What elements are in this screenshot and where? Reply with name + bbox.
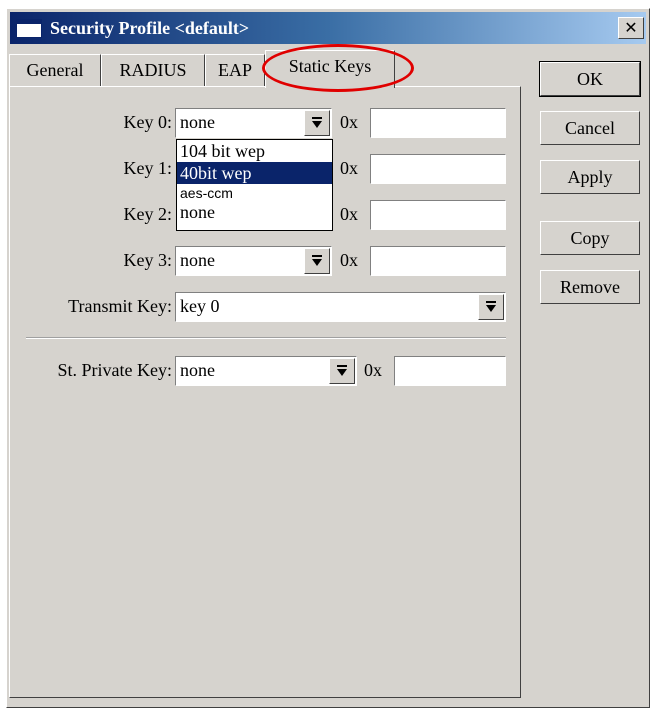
key3-hex-prefix: 0x [340, 250, 358, 270]
tab-general[interactable]: General [9, 54, 101, 86]
key0-dropdown-arrow-icon[interactable] [304, 110, 330, 136]
title-bar[interactable]: Security Profile <default> ✕ [10, 12, 646, 44]
key1-label: Key 1: [123, 158, 173, 178]
private-key-dropdown-arrow-icon[interactable] [329, 358, 355, 384]
tab-eap[interactable]: EAP [205, 54, 265, 86]
dropdown-option-40bit-wep[interactable]: 40bit wep [177, 162, 332, 184]
key3-algorithm-combo[interactable]: none [175, 246, 332, 276]
private-key-hex-input[interactable] [394, 356, 506, 386]
close-icon: ✕ [624, 18, 638, 37]
copy-button[interactable]: Copy [540, 221, 640, 255]
tab-static-keys[interactable]: Static Keys [265, 50, 395, 88]
apply-button[interactable]: Apply [540, 160, 640, 194]
window-title: Security Profile <default> [50, 18, 250, 38]
private-key-algorithm-value: none [180, 360, 215, 380]
key0-algorithm-combo[interactable]: none [175, 108, 332, 138]
key3-algorithm-value: none [180, 250, 215, 270]
key2-label: Key 2: [123, 204, 173, 224]
dropdown-option-none[interactable]: none [177, 202, 332, 222]
key0-algorithm-value: none [180, 112, 215, 132]
ok-button[interactable]: OK [539, 61, 641, 97]
private-key-hex-prefix: 0x [364, 360, 382, 380]
key3-hex-input[interactable] [370, 246, 506, 276]
close-button[interactable]: ✕ [618, 17, 644, 39]
key3-dropdown-arrow-icon[interactable] [304, 248, 330, 274]
private-key-algorithm-combo[interactable]: none [175, 356, 357, 386]
key0-label: Key 0: [123, 112, 173, 132]
transmit-key-combo[interactable]: key 0 [175, 292, 506, 322]
key0-dropdown-list[interactable]: 104 bit wep 40bit wep aes-ccm none [176, 139, 333, 231]
key2-hex-input[interactable] [370, 200, 506, 230]
transmit-key-dropdown-arrow-icon[interactable] [478, 294, 504, 320]
transmit-key-value: key 0 [180, 296, 220, 316]
key0-hex-input[interactable] [370, 108, 506, 138]
key0-hex-prefix: 0x [340, 112, 358, 132]
key2-hex-prefix: 0x [340, 204, 358, 224]
key1-hex-input[interactable] [370, 154, 506, 184]
key3-label: Key 3: [123, 250, 173, 270]
private-key-label: St. Private Key: [57, 360, 173, 380]
remove-button[interactable]: Remove [540, 270, 640, 304]
cancel-button[interactable]: Cancel [540, 111, 640, 145]
window-icon [16, 19, 42, 38]
key1-hex-prefix: 0x [340, 158, 358, 178]
tab-radius[interactable]: RADIUS [101, 54, 205, 86]
dropdown-option-aes-ccm[interactable]: aes-ccm [177, 184, 332, 202]
section-divider [26, 337, 506, 339]
dropdown-option-104bit-wep[interactable]: 104 bit wep [177, 140, 332, 162]
transmit-key-label: Transmit Key: [68, 296, 172, 316]
